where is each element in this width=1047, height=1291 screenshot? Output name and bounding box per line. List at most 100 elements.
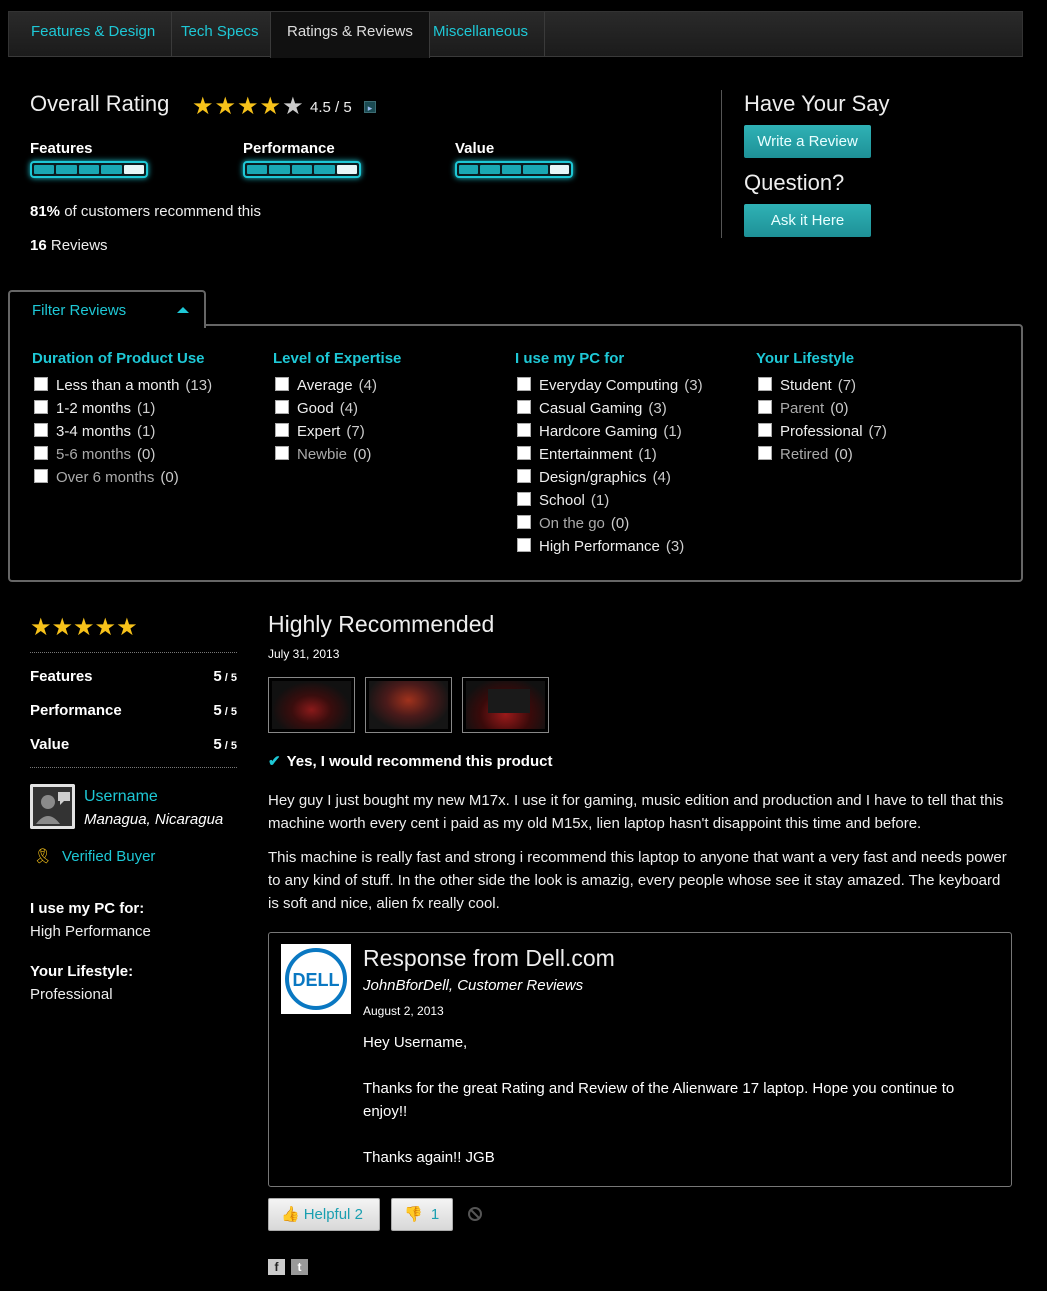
checkbox[interactable] (517, 399, 531, 414)
thumbs-down-icon: 👎 (404, 1206, 423, 1223)
filter-heading: Level of Expertise (273, 350, 402, 367)
checkbox[interactable] (34, 376, 48, 391)
filter-option[interactable]: 5-6 months (0) (32, 443, 212, 466)
filter-column-lifestyle: Your Lifestyle Student (7) Parent (0) Prof… (756, 350, 887, 466)
checkbox[interactable] (758, 376, 772, 391)
review-photo-thumbnail[interactable] (462, 677, 549, 733)
review-photo-thumbnail[interactable] (365, 677, 452, 733)
filter-option[interactable]: Student (7) (756, 374, 887, 397)
reviewer-username[interactable]: Username (84, 788, 158, 806)
filter-option[interactable]: High Performance (3) (515, 535, 703, 558)
expand-arrow-icon[interactable]: ▸ (364, 101, 376, 113)
recommend-summary: 81% of customers recommend this (30, 203, 261, 220)
response-greeting: Hey Username, (363, 1034, 468, 1051)
filter-option[interactable]: Average (4) (273, 374, 401, 397)
filter-column-pc-use: I use my PC for Everyday Computing (3) Ca… (515, 350, 703, 558)
write-review-button[interactable]: Write a Review (744, 125, 871, 158)
checkbox[interactable] (758, 399, 772, 414)
checkbox[interactable] (517, 491, 531, 506)
filter-option[interactable]: Design/graphics (4) (515, 466, 703, 489)
filter-option[interactable]: Over 6 months (0) (32, 466, 212, 489)
verified-buyer-badge: 🎗 Verified Buyer (33, 848, 156, 865)
reviewer-location: Managua, Nicaragua (84, 811, 224, 828)
review-body-paragraph: Hey guy I just bought my new M17x. I use… (268, 792, 1004, 832)
filter-option[interactable]: Parent (0) (756, 397, 887, 420)
filter-heading: Your Lifestyle (756, 350, 855, 367)
review-performance-rating: Performance 5 / 5 (30, 702, 237, 719)
filter-option[interactable]: Hardcore Gaming (1) (515, 420, 703, 443)
checkbox[interactable] (34, 445, 48, 460)
tab-features-design[interactable]: Features & Design (15, 12, 173, 57)
twitter-icon[interactable]: t (291, 1259, 308, 1275)
filter-option[interactable]: Casual Gaming (3) (515, 397, 703, 420)
checkbox[interactable] (34, 468, 48, 483)
lifestyle-heading: Your Lifestyle: (30, 963, 134, 980)
avatar (30, 784, 75, 829)
caret-up-icon (177, 307, 189, 313)
performance-bar-label: Performance (243, 140, 335, 157)
value-rating-bar (455, 161, 573, 178)
checkbox[interactable] (517, 537, 531, 552)
tab-tech-specs[interactable]: Tech Specs (165, 12, 276, 57)
thumbs-up-icon: 👍 (281, 1206, 300, 1223)
ask-question-button[interactable]: Ask it Here (744, 204, 871, 237)
filter-option[interactable]: Professional (7) (756, 420, 887, 443)
tab-miscellaneous[interactable]: Miscellaneous (417, 12, 546, 57)
checkbox[interactable] (758, 445, 772, 460)
filter-option[interactable]: 3-4 months (1) (32, 420, 212, 443)
checkbox[interactable] (275, 422, 289, 437)
filter-option[interactable]: Expert (7) (273, 420, 401, 443)
review-value-rating: Value 5 / 5 (30, 736, 237, 753)
filter-option[interactable]: Less than a month (13) (32, 374, 212, 397)
filter-option[interactable]: On the go (0) (515, 512, 703, 535)
overall-stars: ★★★★★ (192, 93, 305, 120)
performance-rating-bar (243, 161, 361, 178)
checkbox[interactable] (517, 376, 531, 391)
filter-option[interactable]: Entertainment (1) (515, 443, 703, 466)
tab-bar: Features & Design Tech Specs Ratings & R… (8, 11, 1023, 58)
recommendation-line: ✔ Yes, I would recommend this product (268, 753, 553, 770)
review-stars: ★★★★★ (30, 614, 138, 641)
review-photo-thumbnail[interactable] (268, 677, 355, 733)
facebook-icon[interactable]: f (268, 1259, 285, 1275)
response-title: Response from Dell.com (363, 945, 615, 971)
filter-reviews-label: Filter Reviews (32, 302, 127, 319)
review-date: July 31, 2013 (268, 647, 340, 661)
unhelpful-button[interactable]: 👎 1 (391, 1198, 453, 1231)
response-author: JohnBforDell, Customer Reviews (363, 977, 584, 994)
dell-response-box: DELL Response from Dell.com JohnBforDell… (268, 932, 1012, 1187)
checkbox[interactable] (275, 445, 289, 460)
filter-column-expertise: Level of Expertise Average (4) Good (4) Ex… (273, 350, 401, 466)
helpful-button[interactable]: 👍 Helpful 2 (268, 1198, 380, 1231)
filter-option[interactable]: Newbie (0) (273, 443, 401, 466)
checkbox[interactable] (517, 445, 531, 460)
ribbon-icon: 🎗 (33, 848, 53, 865)
lifestyle-value: Professional (30, 986, 113, 1003)
filter-option[interactable]: Everyday Computing (3) (515, 374, 703, 397)
filter-option[interactable]: School (1) (515, 489, 703, 512)
filter-option[interactable]: Good (4) (273, 397, 401, 420)
checkbox[interactable] (758, 422, 772, 437)
features-bar-label: Features (30, 140, 93, 157)
response-paragraph: Thanks for the great Rating and Review o… (363, 1080, 955, 1120)
filter-option[interactable]: Retired (0) (756, 443, 887, 466)
response-signoff: Thanks again!! JGB (363, 1149, 495, 1166)
tab-ratings-reviews[interactable]: Ratings & Reviews (270, 12, 430, 58)
overall-score: 4.5 / 5 (310, 99, 352, 116)
report-icon[interactable] (468, 1207, 482, 1221)
pc-use-heading: I use my PC for: (30, 900, 145, 917)
checkbox[interactable] (517, 468, 531, 483)
filter-reviews-toggle[interactable]: Filter Reviews (8, 290, 206, 328)
filter-heading: Duration of Product Use (32, 350, 205, 367)
filter-option[interactable]: 1-2 months (1) (32, 397, 212, 420)
checkbox[interactable] (275, 376, 289, 391)
checkbox[interactable] (34, 422, 48, 437)
checkbox[interactable] (517, 422, 531, 437)
reviews-count: 16 Reviews (30, 237, 108, 254)
checkbox[interactable] (275, 399, 289, 414)
checkbox[interactable] (517, 514, 531, 529)
checkbox[interactable] (34, 399, 48, 414)
question-heading: Question? (744, 170, 845, 195)
pc-use-value: High Performance (30, 923, 151, 940)
divider (721, 90, 722, 238)
